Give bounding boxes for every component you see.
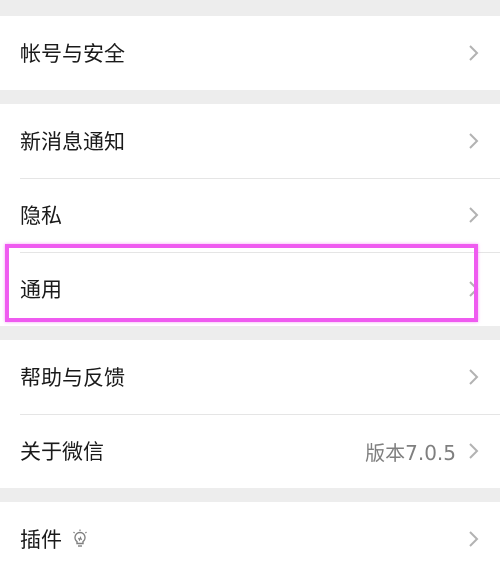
- version-text: 版本7.0.5: [365, 440, 456, 465]
- settings-item-label: 关于微信: [20, 440, 104, 464]
- chevron-right-icon: [469, 45, 479, 61]
- settings-item-privacy[interactable]: 隐私: [0, 178, 500, 252]
- group-spacer: [0, 90, 500, 104]
- settings-item-help-feedback[interactable]: 帮助与反馈: [0, 340, 500, 414]
- settings-item-about-wechat[interactable]: 关于微信 版本7.0.5: [0, 414, 500, 488]
- settings-item-label: 帮助与反馈: [20, 366, 125, 390]
- settings-item-label: 新消息通知: [20, 130, 125, 154]
- chevron-right-icon: [469, 281, 479, 297]
- settings-item-account-security[interactable]: 帐号与安全: [0, 16, 500, 90]
- settings-item-general[interactable]: 通用: [0, 252, 500, 326]
- chevron-right-icon: [469, 369, 479, 385]
- chevron-right-icon: [469, 443, 479, 459]
- group-spacer: [0, 488, 500, 502]
- chevron-right-icon: [469, 133, 479, 149]
- settings-group-plugins: 插件: [0, 502, 500, 576]
- settings-item-label: 帐号与安全: [20, 42, 125, 66]
- chevron-right-icon: [469, 207, 479, 223]
- settings-item-label: 隐私: [20, 204, 62, 228]
- settings-item-label: 通用: [20, 278, 62, 302]
- settings-page: 帐号与安全 新消息通知 隐私 通用 帮助与反馈 关于微信 版本7.0.5 插件: [0, 0, 500, 576]
- settings-group-general: 新消息通知 隐私 通用: [0, 104, 500, 326]
- group-spacer: [0, 326, 500, 340]
- settings-item-plugins[interactable]: 插件: [0, 502, 500, 576]
- settings-group-about: 帮助与反馈 关于微信 版本7.0.5: [0, 340, 500, 488]
- chevron-right-icon: [469, 531, 479, 547]
- top-spacer: [0, 0, 500, 16]
- settings-item-notifications[interactable]: 新消息通知: [0, 104, 500, 178]
- lightbulb-icon: [73, 529, 87, 547]
- settings-item-label: 插件: [20, 528, 62, 552]
- settings-group-account: 帐号与安全: [0, 16, 500, 90]
